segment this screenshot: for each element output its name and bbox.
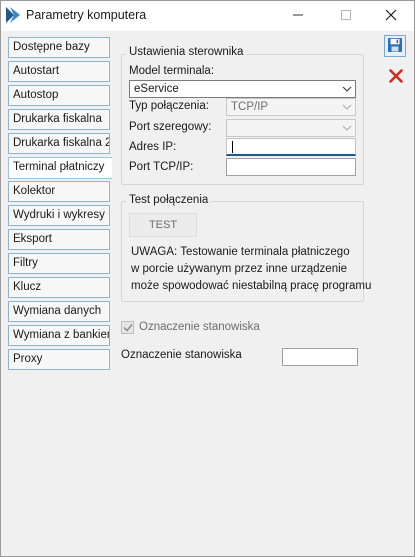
sidebar-item-dostepne-bazy[interactable]: Dostępne bazy xyxy=(8,37,110,58)
cancel-button[interactable] xyxy=(385,66,407,88)
maximize-icon xyxy=(340,9,352,24)
model-select[interactable]: eService xyxy=(129,80,356,98)
sidebar-item-filtry[interactable]: Filtry xyxy=(8,253,110,274)
warning-line-2: w porcie używanym przez inne urządzenie xyxy=(131,263,348,275)
close-button[interactable] xyxy=(368,1,414,31)
cancel-x-icon xyxy=(388,68,404,87)
ip-address-label: Adres IP: xyxy=(129,141,177,153)
sidebar-item-kolektor[interactable]: Kolektor xyxy=(8,181,110,202)
save-button[interactable] xyxy=(384,35,406,57)
driver-settings-title: Ustawienia sterownika xyxy=(126,46,247,58)
chevron-down-icon xyxy=(339,120,355,136)
sidebar-item-terminal-platniczy[interactable]: Terminal płatniczy xyxy=(8,157,112,179)
serial-port-label: Port szeregowy: xyxy=(129,121,212,133)
chevron-down-icon xyxy=(339,81,355,97)
app-logo-icon xyxy=(5,6,21,24)
minimize-button[interactable] xyxy=(275,1,321,31)
title-bar: Parametry komputera xyxy=(1,1,414,31)
close-icon xyxy=(385,9,397,24)
warning-line-3: może spowodować niestabilną pracę progra… xyxy=(131,280,372,292)
checkmark-icon xyxy=(122,321,133,335)
sidebar-item-klucz[interactable]: Klucz xyxy=(8,277,110,298)
connection-type-label: Typ połączenia: xyxy=(129,100,209,112)
connection-type-value: TCP/IP xyxy=(231,101,269,113)
serial-port-select[interactable] xyxy=(226,119,356,137)
chevron-down-icon xyxy=(339,99,355,115)
workstation-checkbox[interactable] xyxy=(121,321,134,334)
test-button[interactable]: TEST xyxy=(129,213,197,237)
sidebar-item-autostop[interactable]: Autostop xyxy=(8,85,110,106)
text-caret xyxy=(232,141,233,153)
workstation-checkbox-label: Oznaczenie stanowiska xyxy=(139,321,260,333)
sidebar-item-eksport[interactable]: Eksport xyxy=(8,229,110,250)
sidebar-item-wymiana-z-bankiem[interactable]: Wymiana z bankiem xyxy=(8,325,110,346)
ip-address-input[interactable] xyxy=(226,138,356,156)
window-title: Parametry komputera xyxy=(26,8,147,22)
sidebar-item-wydruki-i-wykresy[interactable]: Wydruki i wykresy xyxy=(8,205,110,226)
maximize-button[interactable] xyxy=(323,1,369,31)
model-value: eService xyxy=(134,83,179,95)
sidebar-item-drukarka-fiskalna[interactable]: Drukarka fiskalna xyxy=(8,109,110,130)
workstation-input[interactable] xyxy=(282,348,358,366)
save-disk-icon xyxy=(387,37,403,56)
connection-test-title: Test połączenia xyxy=(126,194,212,206)
workstation-field-label: Oznaczenie stanowiska xyxy=(121,349,242,361)
sidebar-item-autostart[interactable]: Autostart xyxy=(8,61,110,82)
sidebar-item-wymiana-danych[interactable]: Wymiana danych xyxy=(8,301,110,322)
tcp-port-input[interactable] xyxy=(226,158,356,176)
warning-line-1: UWAGA: Testowanie terminala płatniczego xyxy=(131,246,350,258)
sidebar-item-drukarka-fiskalna-2[interactable]: Drukarka fiskalna 2 xyxy=(8,133,110,154)
connection-type-select[interactable]: TCP/IP xyxy=(226,98,356,116)
parameters-window: Parametry komputera Dostępne bazy Autost… xyxy=(0,0,415,557)
minimize-icon xyxy=(292,9,304,24)
tcp-port-label: Port TCP/IP: xyxy=(129,161,194,173)
sidebar-item-proxy[interactable]: Proxy xyxy=(8,349,110,370)
model-label: Model terminala: xyxy=(129,65,215,77)
